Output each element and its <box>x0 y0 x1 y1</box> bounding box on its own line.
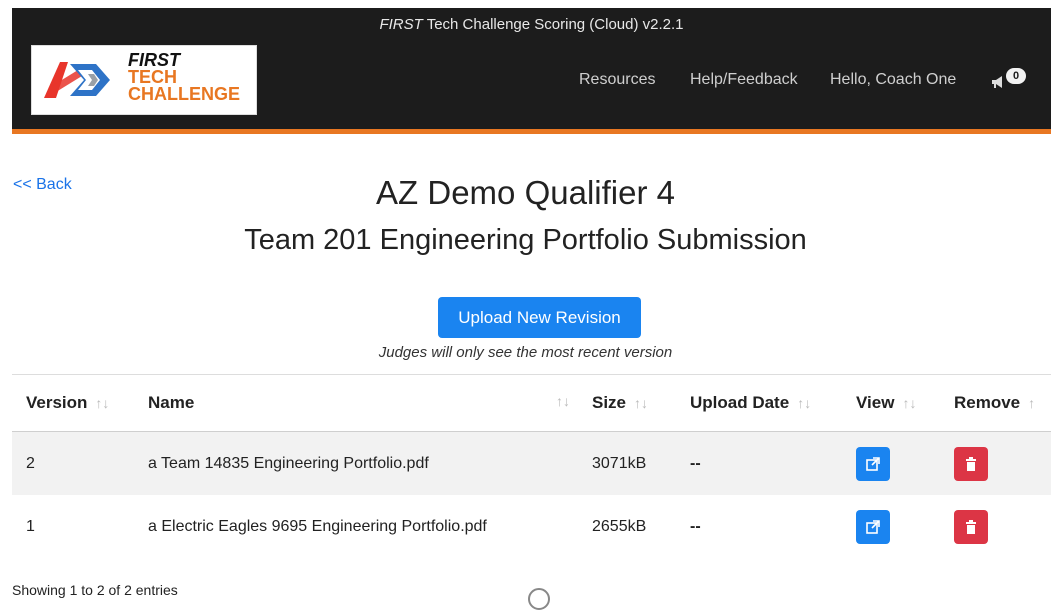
app-title-rest: Tech Challenge Scoring (Cloud) v2.2.1 <box>422 16 684 33</box>
col-size-label: Size <box>592 393 627 412</box>
app-title-first: FIRST <box>379 16 423 33</box>
table-row: 1 a Electric Eagles 9695 Engineering Por… <box>12 495 1051 558</box>
col-version-header[interactable]: Version ↑↓ <box>12 374 134 432</box>
col-upload-date-label: Upload Date <box>690 393 790 412</box>
table-info-text: Showing 1 to 2 of 2 entries <box>12 582 178 598</box>
external-link-icon <box>866 456 880 471</box>
col-name-header[interactable]: Name ↑↓ <box>134 374 578 432</box>
ftc-logo[interactable]: FIRST TECH CHALLENGE <box>31 45 257 115</box>
size-cell: 3071kB <box>578 431 676 495</box>
logo-line-challenge: CHALLENGE <box>128 84 240 104</box>
external-link-icon <box>866 519 880 534</box>
sort-icon: ↑ <box>1028 395 1036 411</box>
sort-icon: ↑↓ <box>797 395 812 411</box>
sort-icon: ↑↓ <box>634 395 649 411</box>
portfolio-table: Version ↑↓ Name ↑↓ Size ↑↓ Upload Date ↑↓ Vi… <box>12 374 1051 558</box>
col-remove-header[interactable]: Remove ↑ <box>940 374 1051 432</box>
name-cell: a Electric Eagles 9695 Engineering Portf… <box>134 495 578 558</box>
view-cell <box>842 495 940 558</box>
col-size-header[interactable]: Size ↑↓ <box>578 374 676 432</box>
col-version-label: Version <box>26 393 88 412</box>
top-header: FIRST Tech Challenge Scoring (Cloud) v2.… <box>12 8 1051 134</box>
event-title: AZ Demo Qualifier 4 <box>376 174 675 211</box>
page-subtitle: Team 201 Engineering Portfolio Submissio… <box>244 224 807 256</box>
logo-text: FIRST TECH CHALLENGE <box>128 51 240 104</box>
nav-user-greeting[interactable]: Hello, Coach One <box>830 71 956 89</box>
trash-icon <box>966 456 976 471</box>
trash-icon <box>966 519 976 534</box>
upload-new-revision-button[interactable]: Upload New Revision <box>438 297 641 338</box>
table-row: 2 a Team 14835 Engineering Portfolio.pdf… <box>12 431 1051 495</box>
sort-icon: ↑↓ <box>556 393 570 409</box>
col-name-label: Name <box>148 393 195 412</box>
version-cell: 1 <box>12 495 134 558</box>
size-cell: 2655kB <box>578 495 676 558</box>
sort-icon: ↑↓ <box>902 395 917 411</box>
view-button[interactable] <box>856 509 890 544</box>
nav-resources-link[interactable]: Resources <box>579 71 655 89</box>
upload-date-cell: -- <box>676 431 842 495</box>
remove-cell <box>940 495 1051 558</box>
remove-button[interactable] <box>954 509 988 544</box>
remove-cell <box>940 431 1051 495</box>
nav-help-feedback-link[interactable]: Help/Feedback <box>690 71 798 89</box>
table-header-row: Version ↑↓ Name ↑↓ Size ↑↓ Upload Date ↑↓ Vi… <box>12 374 1051 432</box>
upload-date-cell: -- <box>676 495 842 558</box>
megaphone-icon[interactable] <box>991 75 1005 89</box>
sort-icon: ↑↓ <box>95 395 110 411</box>
ftc-logo-mark-icon <box>44 62 110 98</box>
view-cell <box>842 431 940 495</box>
app-title: FIRST Tech Challenge Scoring (Cloud) v2.… <box>12 16 1051 33</box>
col-view-label: View <box>856 393 895 412</box>
loading-spinner-icon <box>528 588 550 610</box>
notification-count-badge[interactable]: 0 <box>1006 68 1026 84</box>
upload-note: Judges will only see the most recent ver… <box>378 344 673 361</box>
remove-button[interactable] <box>954 446 988 481</box>
name-cell: a Team 14835 Engineering Portfolio.pdf <box>134 431 578 495</box>
col-view-header[interactable]: View ↑↓ <box>842 374 940 432</box>
col-remove-label: Remove <box>954 393 1021 412</box>
col-upload-date-header[interactable]: Upload Date ↑↓ <box>676 374 842 432</box>
view-button[interactable] <box>856 446 890 481</box>
version-cell: 2 <box>12 431 134 495</box>
